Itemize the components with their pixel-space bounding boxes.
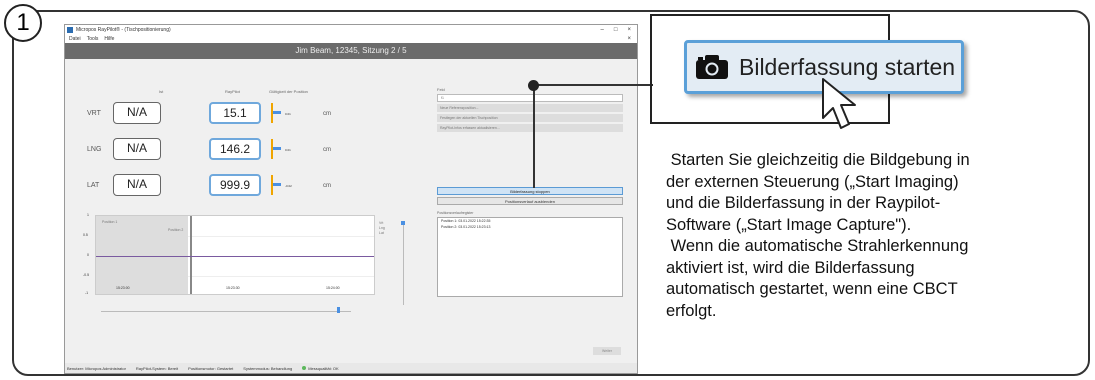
ist-value: N/A <box>113 102 161 124</box>
instruction-line: der externen Steuerung („Start Imaging) <box>666 172 959 191</box>
hide-history-button[interactable]: Positionsverlauf ausblenden <box>437 197 623 205</box>
instruction-line: automatisch gestartet, wenn eine CBCT <box>666 280 958 298</box>
plot-label: Position 2 <box>168 228 184 232</box>
col-raypilot: RayPilot <box>225 89 240 94</box>
instruction-line: und die Bilderfassung in der Raypilot- <box>666 194 941 212</box>
stop-capture-button[interactable]: Bilderfassung stoppen <box>437 187 623 195</box>
window-title: Micropos RayPilot® - (Tischpositionierun… <box>76 27 171 33</box>
plot-cursor[interactable] <box>190 216 192 294</box>
menu-bar: Datei Tools Hilfe × <box>65 35 637 43</box>
maximize-button[interactable]: □ <box>614 27 618 33</box>
ist-value: N/A <box>113 138 161 160</box>
axis-label: VRT <box>87 109 101 117</box>
minimize-button[interactable]: – <box>601 27 604 33</box>
vertical-slider-track[interactable] <box>403 225 404 305</box>
close-session-button[interactable]: × <box>627 36 631 42</box>
button-label: RayPilot-Infos erfassen aktualisieren... <box>440 126 500 130</box>
instruction-text: Starten Sie gleichzeitig die Bildgebung … <box>666 150 1038 322</box>
raypilot-value: 146.2 <box>209 138 261 160</box>
offset-value: -0.02 <box>285 184 292 188</box>
ok-icon <box>302 365 307 370</box>
position-list: Position 1: 03.01.2022 15:22:35 Position… <box>437 217 623 297</box>
button-label: Neue Referenzposition... <box>440 106 479 110</box>
offset-value: 0.01 <box>285 148 291 152</box>
instruction-line: Starten Sie gleichzeitig die Bildgebung … <box>666 151 970 169</box>
session-header: Jim Beam, 12345, Sitzung 2 / 5 <box>65 43 637 59</box>
step-number: 1 <box>4 4 42 42</box>
col-validity: Gültigkeit der Position <box>269 89 308 94</box>
raypilot-value: 999.9 <box>209 174 261 196</box>
validity-indicator <box>263 139 281 159</box>
status-quality-text: Messqualität: OK <box>308 365 339 371</box>
status-user: Benutzer: Micropos Administrator <box>67 365 126 371</box>
axis-row-lat: LAT N/A <box>87 173 161 197</box>
validity-indicator <box>263 103 281 123</box>
status-bar: Benutzer: Micropos Administrator RayPilo… <box>65 363 637 373</box>
title-bar: Micropos RayPilot® - (Tischpositionierun… <box>65 25 637 35</box>
y-tick: 0 <box>87 253 89 257</box>
instruction-line: Wenn die automatische Strahlerkennung <box>666 237 969 255</box>
ist-value: N/A <box>113 174 161 196</box>
axis-row-lng: LNG N/A <box>87 137 161 161</box>
unit-label: cm <box>323 147 331 153</box>
validity-indicator <box>263 175 281 195</box>
new-reference-button[interactable]: Neue Referenzposition... <box>437 104 623 112</box>
col-ist: Ist <box>159 89 164 94</box>
y-tick: -1 <box>85 291 89 295</box>
update-raypilot-info-button[interactable]: RayPilot-Infos erfassen aktualisieren... <box>437 124 623 132</box>
status-motor: Positionsmotor: Gestartet <box>188 365 234 371</box>
app-logo-icon <box>67 27 73 33</box>
field-select[interactable]: f1 <box>437 94 623 102</box>
list-item[interactable]: Position 2: 03.01.2022 15:23:13 <box>438 224 622 230</box>
axis-label: LAT <box>87 181 100 189</box>
unit-label: cm <box>323 111 331 117</box>
position-history-plot: Position 1 Position 2 15:23:00 15:23:30 … <box>95 215 375 295</box>
raypilot-window: Micropos RayPilot® - (Tischpositionierun… <box>64 24 638 374</box>
menu-hilfe[interactable]: Hilfe <box>104 36 114 42</box>
offset-value: 0.01 <box>285 112 291 116</box>
status-mode: Systemmodus: Behandlung <box>243 365 293 371</box>
cursor-arrow-icon <box>822 78 856 129</box>
y-tick: -0.5 <box>83 273 90 277</box>
legend-item: Lat <box>379 231 384 235</box>
axis-row-vrt: VRT N/A <box>87 101 161 125</box>
field-select-value: f1 <box>441 96 444 100</box>
horizontal-slider-thumb[interactable] <box>337 307 340 313</box>
horizontal-slider-track[interactable] <box>101 311 351 312</box>
status-quality: Messqualität: OK <box>302 365 339 371</box>
y-tick: 0.5 <box>83 233 88 237</box>
button-label: Festlegen der aktuellen Tischposition <box>440 116 498 120</box>
axis-label: LNG <box>87 145 102 153</box>
instruction-line: erfolgt. <box>666 301 717 320</box>
close-window-button[interactable]: × <box>627 27 631 33</box>
y-tick: 1 <box>87 213 89 217</box>
raypilot-value: 15.1 <box>209 102 261 124</box>
plot-label: Position 1 <box>102 220 118 224</box>
camera-icon <box>695 54 729 80</box>
set-table-position-button[interactable]: Festlegen der aktuellen Tischposition <box>437 114 623 122</box>
menu-tools[interactable]: Tools <box>87 36 99 42</box>
next-button[interactable]: Weiter <box>593 347 621 355</box>
leader-line <box>533 84 653 86</box>
right-panel: Feld f1 Neue Referenzposition... Festleg… <box>437 87 623 134</box>
x-tick: 15:24:00 <box>326 286 340 290</box>
instruction-line: Software („Start Image Capture"). <box>666 215 912 234</box>
instruction-line: aktiviert ist, wird die Bilderfassung <box>666 258 915 277</box>
x-tick: 15:23:00 <box>116 286 130 290</box>
unit-label: cm <box>323 183 331 189</box>
leader-line <box>533 84 535 188</box>
x-tick: 15:23:30 <box>226 286 240 290</box>
menu-datei[interactable]: Datei <box>69 36 81 42</box>
leader-dot <box>528 80 539 91</box>
position-register-label: Positionsverlaufregister <box>437 211 474 215</box>
plot-legend: Vrt Lng Lat <box>379 221 385 236</box>
status-system: RayPilot-System: Bereit <box>135 365 179 371</box>
